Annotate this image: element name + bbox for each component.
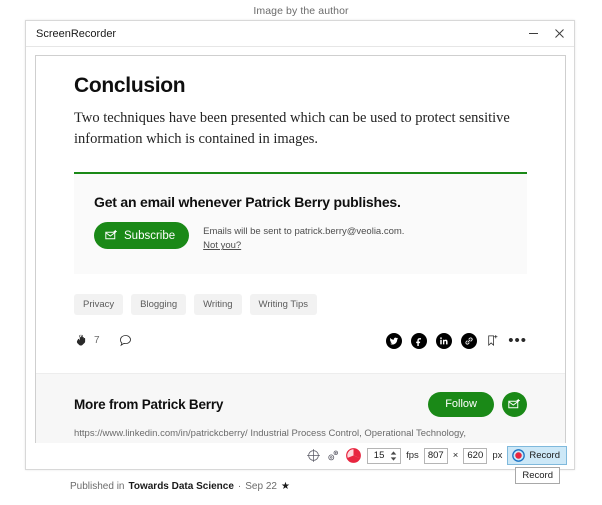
share-facebook-button[interactable]	[411, 332, 428, 349]
more-options-button[interactable]: •••	[508, 333, 527, 348]
tag-list: Privacy Blogging Writing Writing Tips	[74, 293, 527, 315]
chevron-down-icon	[390, 456, 397, 461]
window-title: ScreenRecorder	[36, 27, 117, 40]
recorder-toolbar: 15 fps 807 × 620 px Record Record	[27, 443, 573, 484]
share-twitter-button[interactable]	[386, 332, 403, 349]
twitter-icon	[389, 337, 399, 345]
comment-button[interactable]	[118, 333, 133, 348]
timer-button[interactable]	[345, 447, 362, 464]
page-title: Conclusion	[74, 74, 186, 97]
bookmark-button[interactable]	[486, 334, 499, 347]
capture-region: Conclusion Two techniques have been pres…	[35, 55, 566, 463]
tag-item[interactable]: Writing	[194, 293, 242, 315]
minimize-icon	[528, 33, 538, 34]
gear-icon	[328, 450, 339, 460]
tag-item[interactable]: Blogging	[131, 293, 187, 315]
follow-button[interactable]: Follow	[428, 391, 494, 417]
close-button[interactable]	[546, 22, 572, 46]
width-input[interactable]: 807	[423, 447, 448, 464]
tag-item[interactable]: Privacy	[74, 293, 124, 315]
pie-timer-icon	[346, 448, 361, 463]
more-from-header: More from Patrick Berry Follow	[74, 391, 527, 417]
settings-button[interactable]	[326, 449, 340, 463]
dimension-separator: ×	[452, 450, 459, 461]
crosshair-icon	[307, 449, 320, 462]
fps-spinner-arrows[interactable]	[390, 449, 400, 463]
clap-button[interactable]: 7	[74, 333, 100, 348]
fps-value: 15	[373, 450, 385, 461]
published-footer: Published in Towards Data Science · Sep …	[70, 481, 290, 492]
fps-stepper[interactable]: 15	[367, 447, 402, 464]
engagement-bar: 7 •••	[74, 332, 527, 349]
subscribe-title: Get an email whenever Patrick Berry publ…	[94, 194, 401, 211]
screen-recorder-window: ScreenRecorder Conclusion Two techniques…	[25, 20, 575, 484]
publication-name[interactable]: Towards Data Science	[128, 481, 233, 492]
px-unit-label: px	[492, 450, 503, 461]
close-icon	[554, 29, 564, 38]
article-content: Conclusion Two techniques have been pres…	[36, 56, 565, 150]
subscribe-note: Emails will be sent to patrick.berry@veo…	[203, 222, 404, 254]
more-from-actions: Follow	[428, 391, 527, 417]
not-you-link[interactable]: Not you?	[203, 240, 241, 251]
record-button-label: Record	[529, 450, 560, 461]
facebook-icon	[416, 337, 422, 346]
subscribe-row: Subscribe Emails will be sent to patrick…	[94, 222, 507, 254]
star-icon: ★	[280, 481, 290, 492]
engagement-left: 7	[74, 333, 133, 348]
linkedin-icon	[440, 336, 448, 344]
subscribe-button[interactable]: Subscribe	[94, 222, 190, 250]
envelope-plus-icon	[508, 398, 520, 408]
share-actions: •••	[386, 332, 527, 349]
link-icon	[465, 336, 473, 345]
crosshair-button[interactable]	[306, 448, 321, 463]
bookmark-plus-icon	[488, 335, 498, 346]
article-paragraph: Two techniques have been presented which…	[74, 110, 510, 148]
published-date: Sep 22	[245, 481, 277, 492]
comment-icon	[119, 335, 131, 347]
minimize-button[interactable]	[520, 22, 546, 46]
chevron-up-icon	[390, 450, 397, 455]
clap-count: 7	[94, 335, 100, 347]
published-prefix: Published in	[70, 481, 125, 492]
share-link-button[interactable]	[461, 332, 478, 349]
record-tooltip: Record	[515, 467, 560, 484]
share-linkedin-button[interactable]	[436, 332, 453, 349]
record-circle-icon	[512, 449, 526, 462]
clap-icon	[76, 334, 86, 346]
subscribe-email-text: Emails will be sent to patrick.berry@veo…	[203, 226, 405, 238]
envelope-plus-icon	[105, 230, 117, 240]
height-input[interactable]: 620	[463, 447, 488, 464]
record-button[interactable]: Record	[507, 446, 567, 465]
image-caption: Image by the author	[253, 5, 349, 17]
ellipsis-icon: •••	[508, 331, 527, 349]
published-separator: ·	[237, 481, 242, 492]
window-titlebar: ScreenRecorder	[26, 21, 574, 47]
subscribe-box: Get an email whenever Patrick Berry publ…	[74, 172, 527, 274]
subscribe-author-button[interactable]	[502, 391, 527, 417]
more-from-title: More from Patrick Berry	[74, 396, 224, 412]
tag-item[interactable]: Writing Tips	[249, 293, 317, 315]
subscribe-button-label: Subscribe	[124, 229, 176, 242]
fps-unit-label: fps	[406, 450, 419, 461]
